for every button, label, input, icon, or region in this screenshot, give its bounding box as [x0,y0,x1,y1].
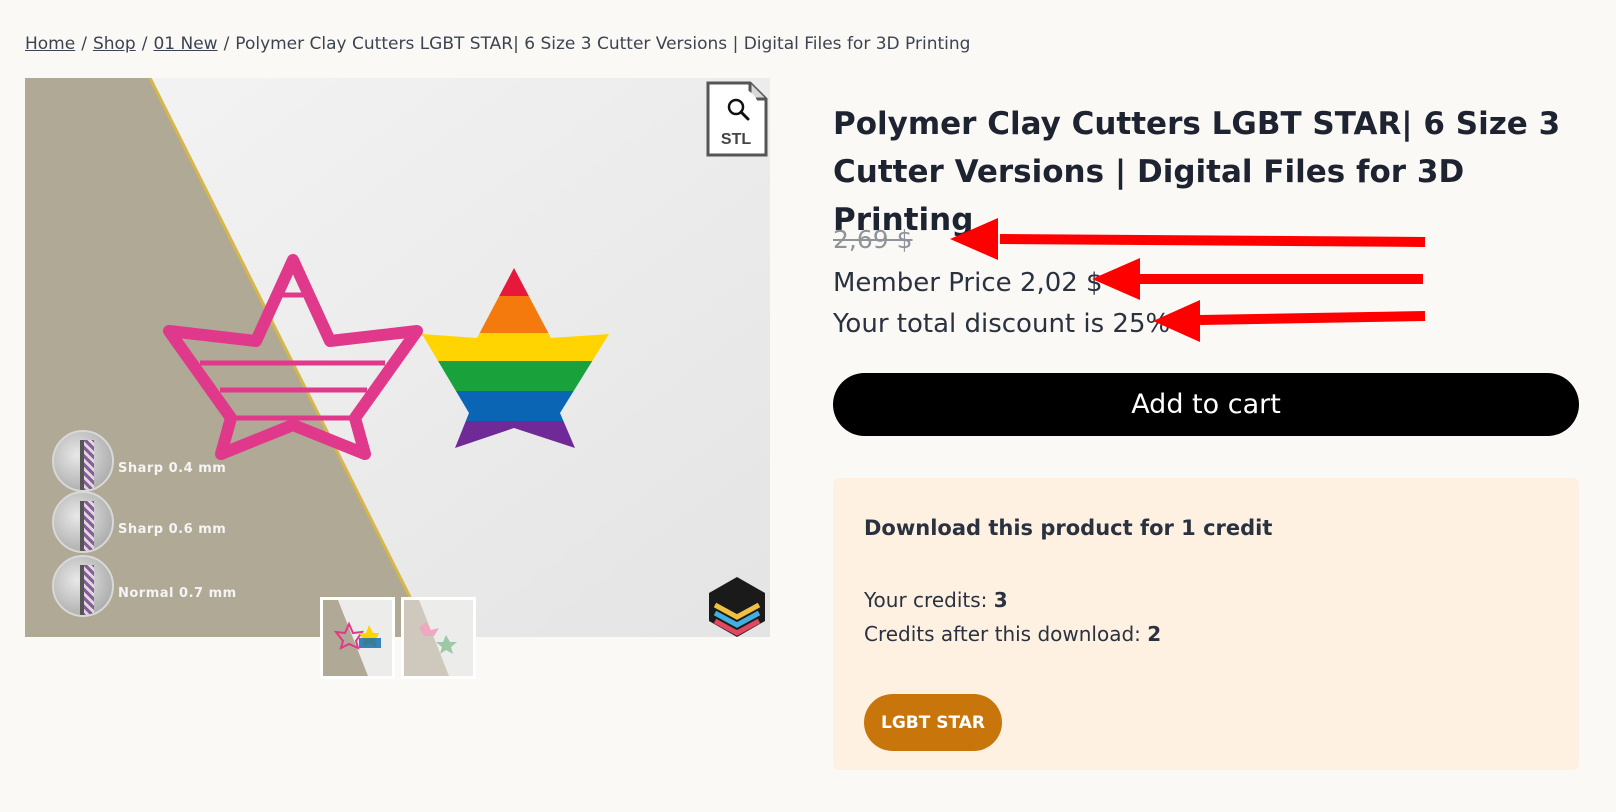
arrow-annotation [950,218,1426,260]
thumbnail-image [404,600,473,676]
cutter-profile-icon [52,555,114,617]
thumbnail-2[interactable] [401,597,476,679]
thumbnail-strip [320,597,476,679]
product-render [25,78,770,637]
breadcrumb-category[interactable]: 01 New [153,34,217,54]
search-icon [727,98,750,121]
arrow-annotation [1092,258,1423,300]
cutter-profile-icon [52,430,114,492]
stl-badge-text: STL [721,131,751,148]
brand-logo-icon [709,577,765,637]
breadcrumb-separator: / [81,34,87,54]
your-credits-value: 3 [993,588,1008,612]
breadcrumb-shop[interactable]: Shop [93,34,136,54]
size-label: Sharp 0.6 mm [118,521,227,537]
breadcrumb-home[interactable]: Home [25,34,75,54]
add-to-cart-button[interactable]: Add to cart [833,373,1579,436]
download-credit-button[interactable]: LGBT STAR [864,694,1002,751]
size-sharp-04: Sharp 0.4 mm [52,430,226,492]
credit-heading: Download this product for 1 credit [864,516,1273,540]
cutter-profile-icon [52,491,114,553]
original-price: 2,69 $ [833,225,913,254]
arrow-annotation [1153,300,1426,342]
credits-after-download: Credits after this download: 2 [864,622,1161,646]
credit-download-panel: Download this product for 1 credit Your … [833,478,1579,770]
thumbnail-image [323,600,392,676]
zoom-button[interactable] [717,88,759,130]
size-label: Normal 0.7 mm [118,585,237,601]
your-credits-label: Your credits: [864,588,988,612]
size-label: Sharp 0.4 mm [118,460,227,476]
breadcrumb-current: Polymer Clay Cutters LGBT STAR| 6 Size 3… [235,34,971,54]
breadcrumb-separator: / [223,34,230,54]
size-sharp-06: Sharp 0.6 mm [52,491,226,553]
size-normal-07: Normal 0.7 mm [52,555,237,617]
your-credits: Your credits: 3 [864,588,1008,612]
annotation-arrows [950,218,1426,342]
credits-after-label: Credits after this download: [864,622,1141,646]
breadcrumb-separator: / [141,34,148,54]
thumbnail-1[interactable] [320,597,395,679]
credits-after-value: 2 [1147,622,1162,646]
product-image[interactable]: Sharp 0.4 mm Sharp 0.6 mm Normal 0.7 mm [25,78,770,637]
breadcrumb: Home / Shop/01 New / Polymer Clay Cutters LG… [25,34,970,54]
